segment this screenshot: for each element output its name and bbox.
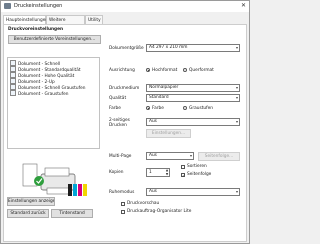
ink-black [68,184,72,196]
close-icon[interactable]: ✕ [241,2,246,9]
color-radio[interactable] [146,106,150,110]
ink-yellow [83,184,87,196]
quality-label: Qualität [109,96,127,101]
collate-checkbox[interactable] [181,165,185,169]
duplex-label: 2-seitiges Drucken [109,118,130,128]
media-label: Druckmedium [109,86,140,91]
print-preview-checkbox[interactable] [121,202,125,206]
portrait-radio[interactable] [146,68,150,72]
quality-select[interactable]: Standard ▾ [146,94,240,102]
landscape-label: Querformat [189,68,214,73]
printer-paper-input [44,167,70,177]
tab-more-options[interactable]: Weitere Optionen [46,15,85,32]
print-preview-label: Druckvorschau [127,201,160,206]
title-bar: Druckeinstellungen ✕ [1,1,249,12]
chevron-down-icon: ▾ [235,85,238,90]
landscape-radio[interactable] [183,68,187,72]
preset-item[interactable]: Dokument - Graustufen [10,90,69,97]
default-settings-button[interactable]: Standard zurück [7,209,49,218]
doc-size-select[interactable]: A4 297 x 210 mm ▾ [146,44,240,52]
tab-utility[interactable]: Utility [85,15,103,24]
color-option-label: Farbe [152,106,164,111]
grayscale-radio[interactable] [183,106,187,110]
ink-levels-button[interactable]: Tintenstand [51,209,93,218]
multipage-label: Multi-Page [109,154,132,159]
chevron-down-icon: ▾ [235,119,238,124]
document-icon [10,90,16,96]
media-select[interactable]: Normalpapier ▾ [146,84,240,92]
copies-stepper[interactable]: 1 ▲ ▼ [146,168,170,177]
presets-list: Dokument - Schnell Dokument - Standardqu… [7,57,100,149]
printer-paper-output [46,187,70,195]
reverse-order-label: Seitenfolge [187,172,212,177]
chevron-down-icon[interactable]: ▼ [165,172,169,177]
quiet-mode-label: Ruhemodus [109,190,135,195]
job-organizer-label: Druckauftrag-Organisator Lite [127,209,192,214]
multipage-select[interactable]: Aus ▾ [146,152,194,160]
reverse-order-checkbox[interactable]: ✓ [181,173,185,178]
page-order-button[interactable]: Seitenfolge... [198,152,240,161]
chevron-down-icon: ▾ [235,189,238,194]
quiet-mode-select[interactable]: Aus ▾ [146,188,240,196]
ink-cyan [73,184,77,196]
green-status-indicator [34,176,44,186]
job-organizer-checkbox[interactable] [121,210,125,214]
orientation-label: Ausrichtung [109,68,135,73]
printer-app-icon [4,3,11,9]
chevron-down-icon: ▾ [235,45,238,50]
chevron-down-icon: ▾ [235,95,238,100]
show-settings-button[interactable]: Einstellungen anzeigen [7,197,55,206]
chevron-down-icon: ▾ [189,153,192,158]
doc-size-label: Dokumentgröße [109,46,144,51]
ink-magenta [78,184,82,196]
print-settings-window: Druckeinstellungen ✕ Haupteinstellungen … [0,0,250,244]
portrait-label: Hochformat [152,68,178,73]
collate-label: Sortieren [187,164,207,169]
window-title: Druckeinstellungen [14,3,63,9]
duplex-select[interactable]: Aus ▾ [146,118,240,126]
copies-label: Kopien [109,170,124,175]
duplex-settings-button[interactable]: Einstellungen... [146,129,191,138]
color-label: Farbe [109,106,121,111]
grayscale-label: Graustufen [189,106,213,111]
